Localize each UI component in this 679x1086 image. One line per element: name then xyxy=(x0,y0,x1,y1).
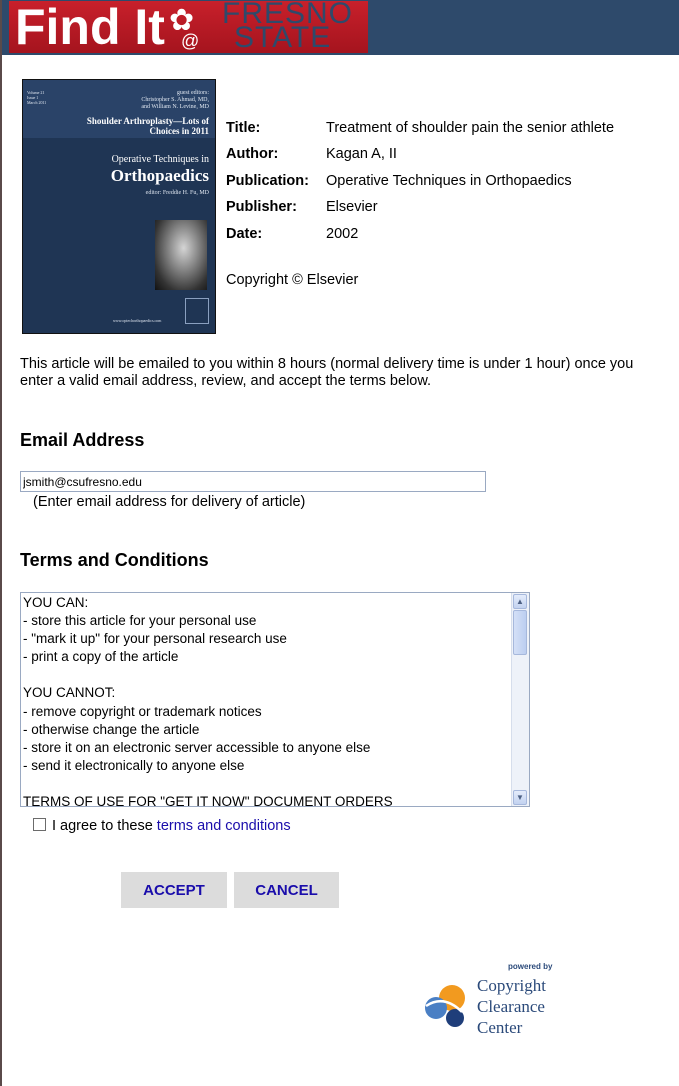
meta-row-author: Author: Kagan A, II xyxy=(226,146,614,172)
ccc-word-copyright: Copyright xyxy=(477,976,546,995)
email-heading: Email Address xyxy=(20,430,145,450)
cover-headline: Shoulder Arthroplasty—Lots of Choices in… xyxy=(86,116,209,136)
journal-cover-image: Volume 21 Issue 1 March 2011 guest edito… xyxy=(22,79,216,334)
meta-row-title: Title: Treatment of shoulder pain the sen… xyxy=(226,120,614,146)
cover-url: www.optechorthopaedics.com xyxy=(113,318,162,323)
author-label: Author: xyxy=(226,146,279,163)
shoulder-xray-image xyxy=(155,220,207,290)
terms-text: YOU CAN: - store this article for your p… xyxy=(23,595,393,807)
cancel-button[interactable]: CANCEL xyxy=(234,872,339,908)
title-value: Treatment of shoulder pain the senior at… xyxy=(326,120,615,136)
cover-journal-small: Operative Techniques in xyxy=(111,154,209,165)
cover-volume: Volume 21 Issue 1 March 2011 xyxy=(27,90,47,105)
ccc-word-center: Center xyxy=(477,1018,523,1037)
copyright-notice: Copyright © Elsevier xyxy=(226,272,359,288)
cover-journal-title: Orthopaedics xyxy=(110,166,209,185)
article-metadata: Title: Treatment of shoulder pain the sen… xyxy=(226,120,614,252)
publication-value: Operative Techniques in Orthopaedics xyxy=(326,172,572,189)
terms-heading: Terms and Conditions xyxy=(20,550,209,570)
agree-terms-row: I agree to these terms and conditions xyxy=(33,818,291,834)
find-it-fresno-state-logo[interactable]: Find It ✿ @ FRESNO STATE xyxy=(9,1,368,53)
publisher-value: Elsevier xyxy=(326,199,378,216)
date-label: Date: xyxy=(226,225,263,242)
publication-label: Publication: xyxy=(226,172,309,189)
meta-row-publication: Publication: Operative Techniques in Orth… xyxy=(226,173,614,199)
author-value: Kagan A, II xyxy=(326,146,397,163)
ccc-word-clearance: Clearance xyxy=(477,997,545,1016)
elsevier-logo-icon xyxy=(185,298,209,324)
logo-find-it-text: Find It xyxy=(15,1,165,53)
ccc-globe-icon xyxy=(425,985,465,1027)
date-value: 2002 xyxy=(326,225,359,242)
scroll-thumb[interactable] xyxy=(513,610,527,655)
terms-scrollbar[interactable]: ▲ ▼ xyxy=(511,593,529,806)
publisher-label: Publisher: xyxy=(226,199,297,216)
delivery-notice: This article will be emailed to you with… xyxy=(20,356,634,389)
powered-by-label: powered by xyxy=(508,962,553,971)
agree-label: I agree to these xyxy=(52,818,153,834)
accept-button[interactable]: ACCEPT xyxy=(121,872,227,908)
header-bar: Find It ✿ @ FRESNO STATE xyxy=(2,0,679,55)
scroll-up-arrow-icon[interactable]: ▲ xyxy=(513,594,527,609)
terms-textarea[interactable]: YOU CAN: - store this article for your p… xyxy=(20,592,530,807)
scroll-down-arrow-icon[interactable]: ▼ xyxy=(513,790,527,805)
email-hint: (Enter email address for delivery of art… xyxy=(33,494,306,510)
copyright-clearance-center-logo[interactable]: powered by Copyright Clearance Center xyxy=(416,960,576,1040)
terms-link[interactable]: terms and conditions xyxy=(157,818,291,834)
title-label: Title: xyxy=(226,120,261,136)
logo-state-text: STATE xyxy=(234,21,332,53)
cover-guest-editors: guest editors: Christopher S. Ahmad, MD,… xyxy=(141,90,209,110)
meta-row-date: Date: 2002 xyxy=(226,226,614,252)
cover-editor: editor: Freddie H. Fu, MD xyxy=(145,190,209,196)
left-frame-border xyxy=(0,0,2,1086)
meta-row-publisher: Publisher: Elsevier xyxy=(226,199,614,225)
email-input[interactable] xyxy=(20,471,486,492)
logo-at-text: @ xyxy=(181,31,200,51)
agree-checkbox[interactable] xyxy=(33,818,46,831)
